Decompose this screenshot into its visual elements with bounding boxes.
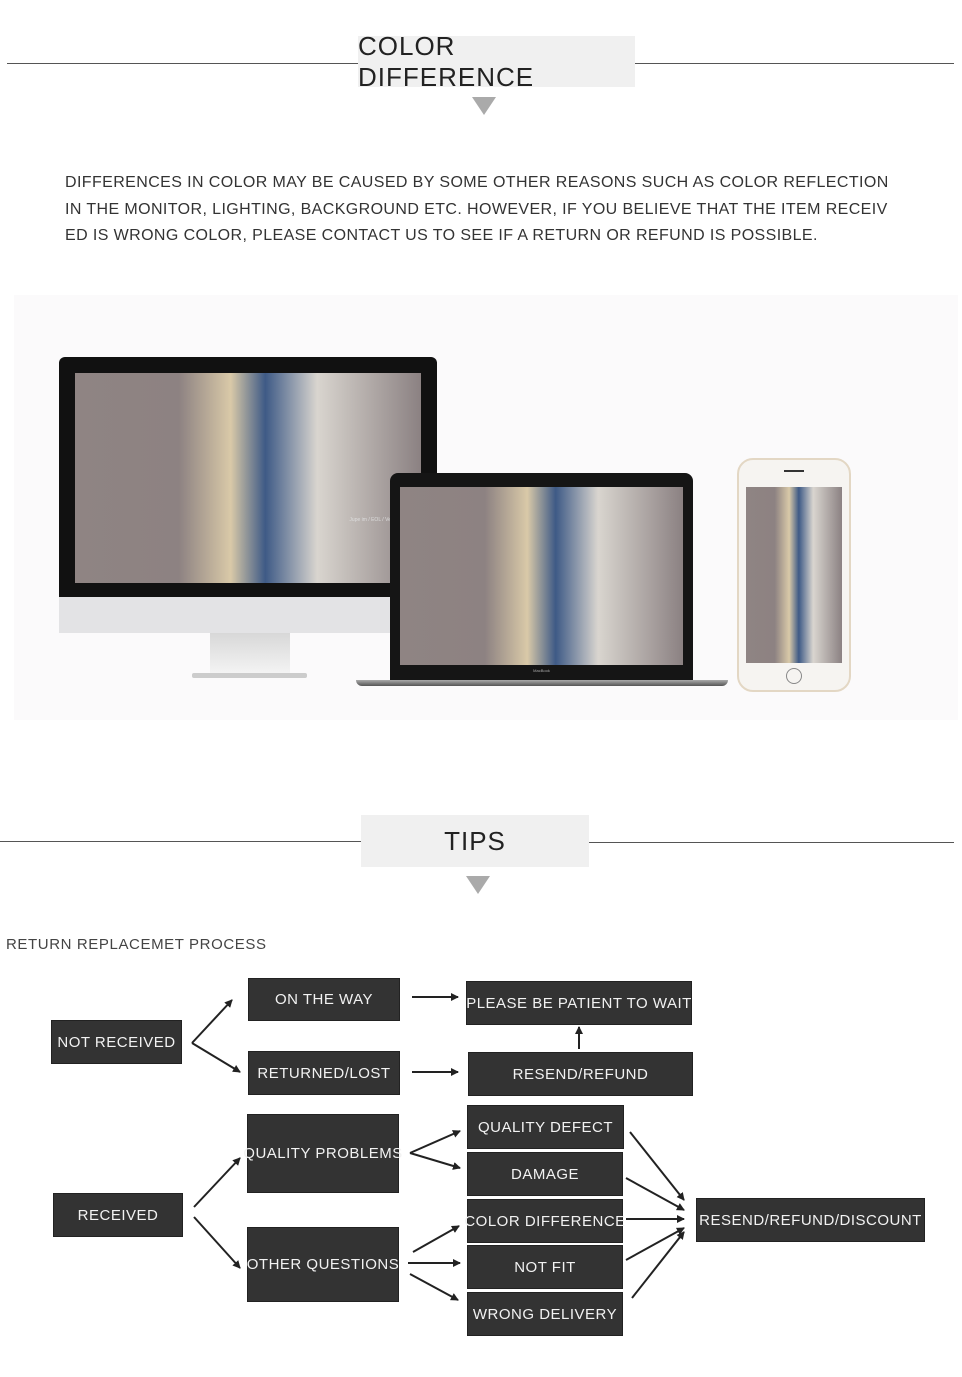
arrow (191, 999, 233, 1044)
arrow (625, 1177, 685, 1211)
arrow (409, 1130, 461, 1154)
arrow (629, 1131, 685, 1201)
arrow (409, 1273, 459, 1301)
arrow (191, 1042, 241, 1073)
arrow (193, 1157, 241, 1208)
arrow (193, 1216, 241, 1269)
arrow (412, 1225, 460, 1253)
arrow (409, 1152, 461, 1170)
flowchart-arrows (191, 993, 685, 1301)
